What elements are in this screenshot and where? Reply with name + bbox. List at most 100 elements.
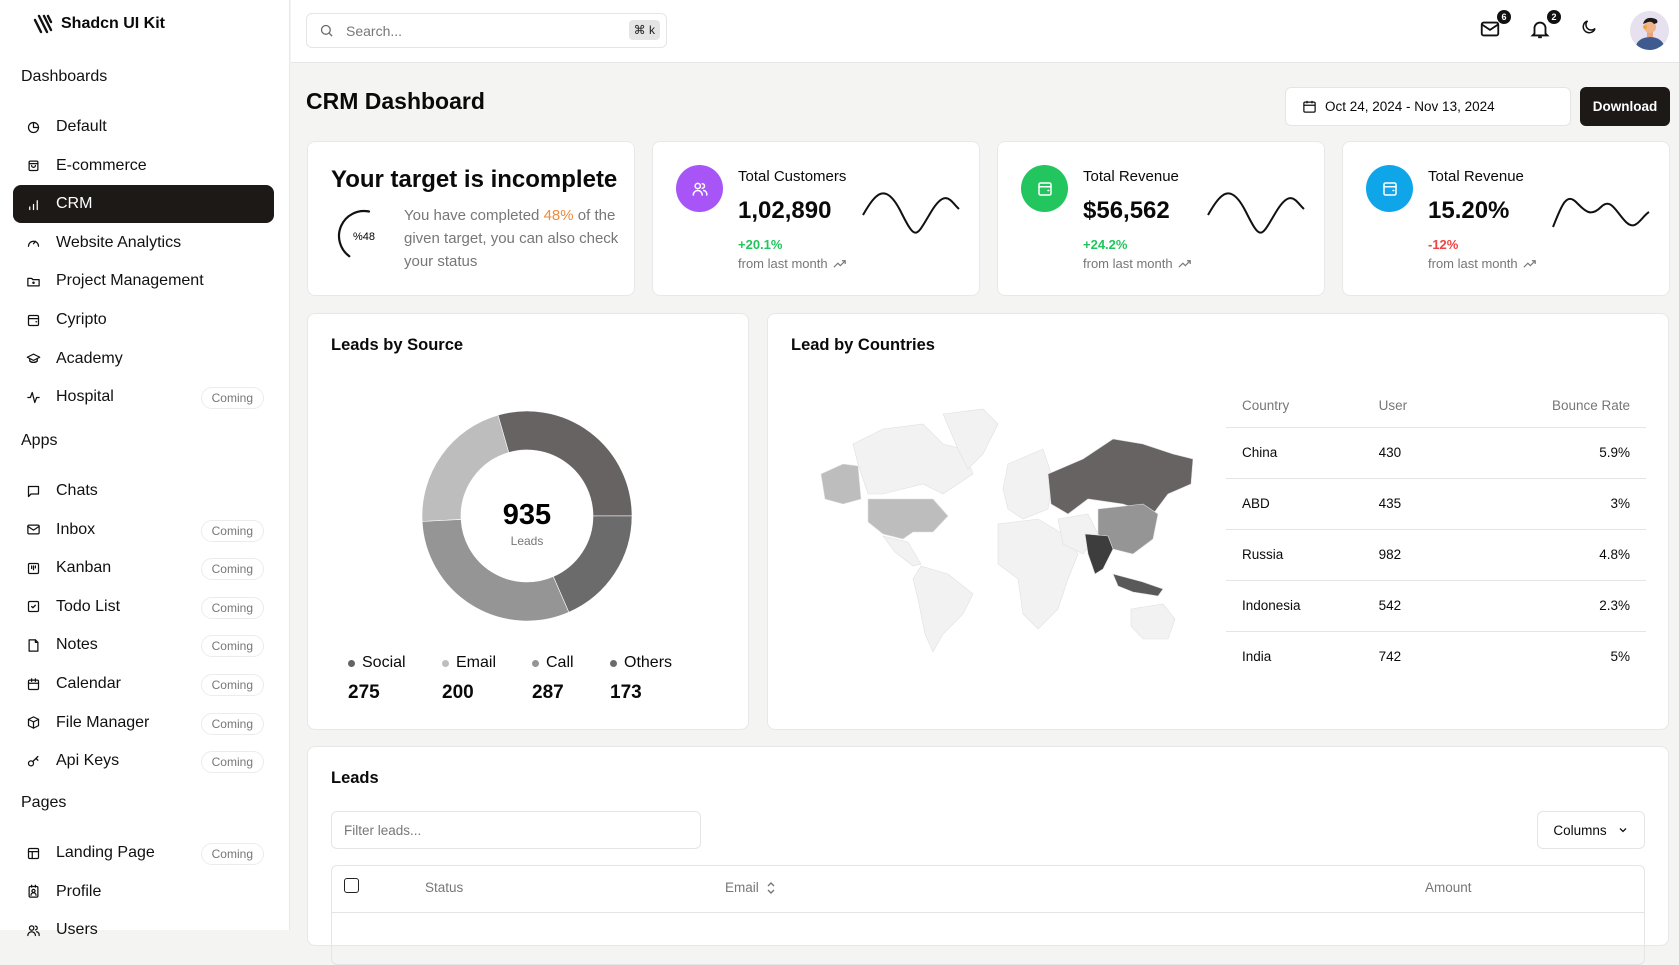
column-header-country[interactable]: Country [1226, 384, 1363, 428]
cell-country: China [1226, 427, 1363, 479]
sidebar-item-calendar[interactable]: Calendar Coming [13, 665, 274, 703]
brand[interactable]: Shadcn UI Kit [33, 14, 165, 34]
sidebar-item-kanban[interactable]: Kanban Coming [13, 549, 274, 587]
sidebar-item-label: Project Management [56, 272, 204, 290]
sidebar-item-users[interactable]: Users [13, 911, 274, 949]
wallet-icon-wrap [25, 312, 41, 328]
layout-icon [27, 847, 39, 859]
donut-slice-call[interactable] [421, 519, 570, 622]
map-central-america[interactable] [882, 535, 922, 567]
id-badge-icon-wrap [25, 884, 41, 900]
map-indonesia[interactable] [1112, 573, 1164, 597]
key-icon-wrap [25, 753, 41, 769]
select-all-checkbox[interactable] [344, 878, 359, 893]
donut-slice-others[interactable] [552, 515, 633, 613]
table-row[interactable]: Russia 982 4.8% [1226, 529, 1646, 581]
map-usa[interactable] [867, 498, 949, 540]
table-row[interactable]: Indonesia 542 2.3% [1226, 580, 1646, 632]
stat-icon-circle [676, 165, 723, 212]
leads-title: Leads [331, 769, 379, 787]
amount-header-label: Amount [1425, 880, 1472, 895]
calendar-icon [1303, 100, 1316, 113]
cell-bounce-rate: 4.8% [1444, 529, 1646, 581]
sidebar-item-default[interactable]: Default [13, 108, 274, 146]
map-south-america[interactable] [912, 565, 974, 653]
stat-card: Total Revenue $56,562 +24.2% from last m… [997, 141, 1325, 296]
sidebar-item-inbox[interactable]: Inbox Coming [13, 511, 274, 549]
sidebar-item-label: Todo List [56, 597, 121, 615]
map-russia[interactable] [1047, 438, 1193, 515]
filter-leads-input[interactable]: Filter leads... [331, 811, 701, 849]
user-avatar[interactable] [1630, 11, 1669, 50]
column-header-status[interactable]: Status [425, 880, 463, 895]
map-europe[interactable] [1002, 448, 1054, 520]
chevron-down-icon [1619, 828, 1627, 833]
column-header-bounce-rate[interactable]: Bounce Rate [1444, 384, 1646, 428]
file-icon [28, 639, 38, 652]
columns-dropdown-button[interactable]: Columns [1537, 811, 1645, 849]
wallet-icon [27, 314, 39, 326]
sidebar-item-todo-list[interactable]: Todo List Coming [13, 588, 274, 626]
map-alaska[interactable] [820, 463, 862, 505]
stat-card: Total Customers 1,02,890 +20.1% from las… [652, 141, 980, 296]
coming-badge: Coming [200, 387, 264, 410]
theme-toggle-button[interactable] [1580, 18, 1604, 42]
stat-sparkline [862, 192, 960, 234]
table-row[interactable]: ABD 435 3% [1226, 478, 1646, 530]
sidebar-item-cyripto[interactable]: Cyripto [13, 301, 274, 339]
sidebar-item-project-management[interactable]: Project Management [13, 262, 274, 300]
sidebar-item-label: Cyripto [56, 311, 107, 328]
search-input[interactable]: Search... ⌘ k [306, 13, 667, 48]
sidebar-item-hospital[interactable]: Hospital Coming [13, 378, 274, 416]
trending-up-icon [832, 259, 846, 268]
table-row[interactable]: India 742 5% [1226, 631, 1646, 682]
cell-user: 430 [1362, 427, 1445, 479]
coming-badge: Coming [200, 843, 264, 865]
gauge-label: %48 [353, 231, 375, 243]
mail-icon [26, 524, 40, 535]
column-header-amount[interactable]: Amount [1425, 880, 1472, 895]
sidebar-item-landing-page[interactable]: Landing Page Coming [13, 834, 274, 872]
coming-badge: Coming [200, 751, 264, 774]
legend-dot [442, 659, 449, 667]
legend-label: Social [362, 654, 406, 671]
stat-change: -12% [1428, 237, 1459, 252]
download-button[interactable]: Download [1580, 87, 1670, 126]
sidebar-item-crm[interactable]: CRM [13, 185, 274, 224]
moon-icon [1582, 20, 1596, 34]
table-row[interactable]: China 430 5.9% [1226, 427, 1646, 479]
stat-icon-circle [1366, 165, 1413, 212]
world-map[interactable] [813, 404, 1193, 654]
kanban-icon [27, 562, 39, 574]
graduation-cap-icon [26, 353, 40, 364]
lead-by-countries-card: Lead by Countries Country User Bounce Ra… [767, 313, 1669, 730]
legend-value-others: 173 [610, 682, 642, 703]
countries-title: Lead by Countries [791, 336, 935, 354]
sidebar-item-file-manager[interactable]: File Manager Coming [13, 704, 274, 742]
target-description: You have completed 48% of the given targ… [404, 204, 624, 273]
legend-label: Email [456, 654, 497, 671]
target-highlight: 48% [543, 207, 574, 224]
column-header-email[interactable]: Email [725, 880, 777, 895]
gauge-icon [27, 240, 39, 248]
sidebar-item-academy[interactable]: Academy [13, 340, 274, 378]
sidebar-item-notes[interactable]: Notes Coming [13, 626, 274, 664]
sidebar-item-website-analytics[interactable]: Website Analytics [13, 224, 274, 262]
stat-card: Total Revenue 15.20% -12% from last mont… [1342, 141, 1670, 296]
donut-slice-email[interactable] [421, 414, 510, 522]
sidebar-item-e-commerce[interactable]: E-commerce [13, 147, 274, 185]
sidebar-item-api-keys[interactable]: Api Keys Coming [13, 742, 274, 780]
stat-from: from last month [1428, 256, 1536, 271]
date-range-picker[interactable]: Oct 24, 2024 - Nov 13, 2024 [1285, 87, 1571, 126]
date-range-text: Oct 24, 2024 - Nov 13, 2024 [1325, 99, 1495, 114]
notifications-button[interactable]: 2 [1529, 10, 1561, 42]
sidebar-item-chats[interactable]: Chats [13, 472, 274, 510]
mail-button[interactable]: 6 [1479, 10, 1511, 42]
stat-label: Total Customers [738, 168, 847, 185]
sidebar-item-label: CRM [56, 195, 93, 213]
map-australia[interactable] [1130, 603, 1176, 640]
map-india[interactable] [1084, 533, 1114, 575]
progress-gauge: %48 [337, 209, 375, 258]
column-header-user[interactable]: User [1362, 384, 1445, 428]
sidebar-item-profile[interactable]: Profile [13, 873, 274, 911]
